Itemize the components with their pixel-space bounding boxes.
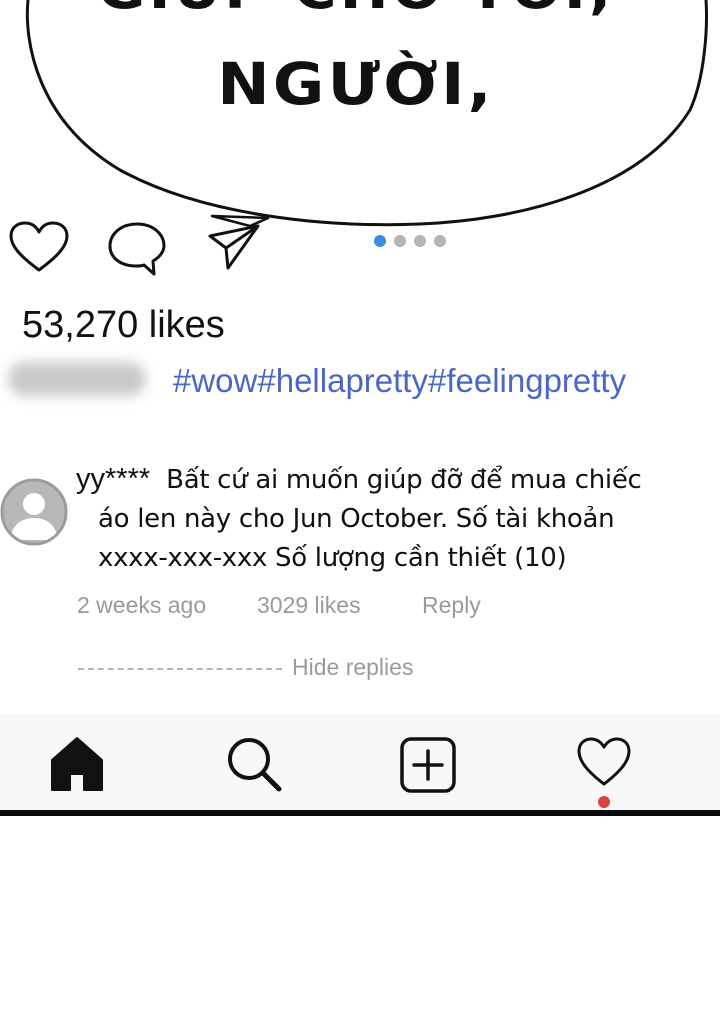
add-post-icon[interactable] (399, 736, 457, 794)
blurred-username (8, 362, 146, 396)
likes-count[interactable]: 53,270 likes (22, 304, 225, 347)
hide-replies-label: Hide replies (292, 654, 414, 680)
heart-icon[interactable] (8, 220, 70, 274)
comment-timestamp: 2 weeks ago (77, 592, 207, 618)
comment-icon[interactable] (106, 220, 168, 278)
carousel-indicator (374, 234, 446, 248)
carousel-dot[interactable] (394, 235, 406, 247)
reply-button[interactable]: Reply (422, 592, 481, 619)
post-action-bar (0, 214, 720, 276)
bubble-text-line1: GIÚP CHO TÔI, (0, 0, 720, 21)
carousel-dot[interactable] (374, 235, 386, 247)
carousel-dot[interactable] (434, 235, 446, 247)
activity-heart-icon[interactable] (576, 736, 632, 788)
search-icon[interactable] (224, 734, 284, 794)
comment: yy**** Bất cứ ai muốn giúp đỡ để mua chiế… (76, 460, 696, 578)
comment-username[interactable]: yy**** (76, 463, 150, 495)
comment-text-line: áo len này cho Jun October. Số tài khoản (98, 504, 615, 534)
comment-likes[interactable]: 3029 likes (257, 592, 361, 619)
comment-text-line: Bất cứ ai muốn giúp đỡ để mua chiếc (166, 465, 642, 495)
notification-dot (598, 796, 610, 808)
bubble-text-line2: NGƯỜI, (217, 50, 495, 118)
replies-divider (78, 667, 282, 670)
avatar-placeholder-icon[interactable] (0, 478, 68, 546)
caption-hashtags[interactable]: #wow#hellapretty#feelingpretty (173, 362, 626, 400)
carousel-dot[interactable] (414, 235, 426, 247)
home-icon[interactable] (48, 734, 106, 792)
comment-text-line: xxxx-xxx-xxx Số lượng cần thiết (10) (98, 543, 567, 573)
hide-replies-button[interactable]: Hide replies (78, 654, 413, 681)
bottom-nav-bar (0, 714, 720, 810)
send-icon[interactable] (206, 222, 262, 272)
nav-bottom-border (0, 810, 720, 816)
